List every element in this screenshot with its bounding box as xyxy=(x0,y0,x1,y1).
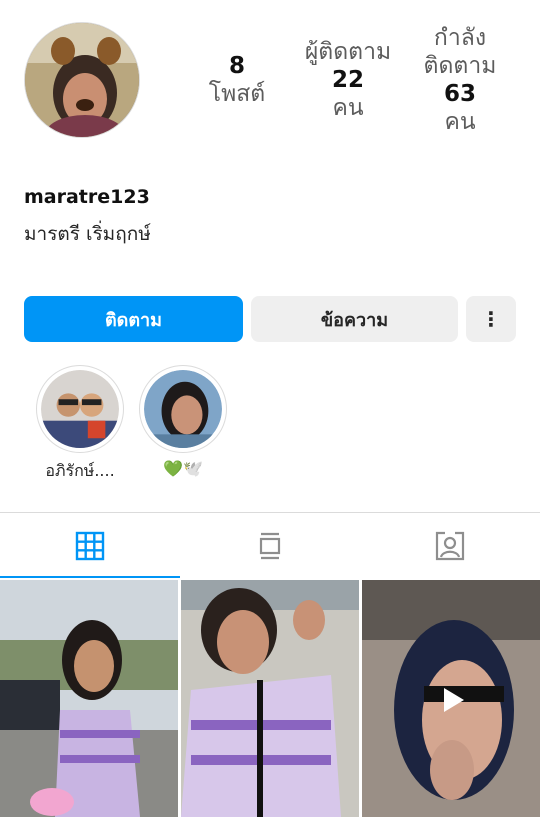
post-thumbnail[interactable] xyxy=(362,580,540,817)
followers-count: 22 xyxy=(331,67,364,93)
video-play-icon xyxy=(444,688,464,712)
post-image xyxy=(0,580,178,817)
post-image xyxy=(181,580,359,817)
following-stat[interactable]: กำลัง ติดตาม 63 คน xyxy=(414,24,506,136)
tagged-person-icon xyxy=(435,531,465,561)
grid-icon xyxy=(75,531,105,561)
highlight-item[interactable]: อภิรักษ์.... xyxy=(33,365,127,484)
followers-unit: คน xyxy=(332,95,364,121)
tab-grid[interactable] xyxy=(0,514,180,578)
highlight-ring xyxy=(36,365,124,453)
username: maratre123 xyxy=(24,186,150,208)
highlight-cover xyxy=(41,370,119,448)
follow-button[interactable]: ติดตาม xyxy=(24,296,243,342)
highlight-cover xyxy=(144,370,222,448)
highlight-item[interactable]: 💚🕊️ xyxy=(136,365,230,478)
followers-label: ผู้ติดตาม xyxy=(304,39,392,65)
tab-feed[interactable] xyxy=(180,514,360,578)
tab-tagged[interactable] xyxy=(360,514,540,578)
posts-count: 8 xyxy=(228,53,245,79)
following-unit: คน xyxy=(444,109,476,135)
followers-stat[interactable]: ผู้ติดตาม 22 คน xyxy=(296,38,400,122)
tabs-divider xyxy=(0,512,540,513)
following-label-line2: ติดตาม xyxy=(423,53,497,79)
avatar-photo xyxy=(25,23,139,137)
post-thumbnail[interactable] xyxy=(181,580,359,817)
more-options-button[interactable]: ⋮ xyxy=(466,296,516,342)
highlight-caption: อภิรักษ์.... xyxy=(45,461,115,480)
posts-stat[interactable]: 8 โพสต์ xyxy=(200,52,274,108)
full-name: มารตรี เริ่มฤกษ์ xyxy=(24,223,151,245)
posts-label: โพสต์ xyxy=(208,81,266,107)
highlight-ring xyxy=(139,365,227,453)
more-vertical-icon: ⋮ xyxy=(481,307,501,331)
message-button[interactable]: ข้อความ xyxy=(251,296,458,342)
highlight-caption: 💚🕊️ xyxy=(163,459,203,478)
post-thumbnail[interactable] xyxy=(0,580,178,817)
feed-icon xyxy=(259,532,281,560)
active-tab-indicator xyxy=(0,576,180,578)
following-count: 63 xyxy=(443,81,476,107)
following-label-line1: กำลัง xyxy=(433,25,487,51)
profile-avatar[interactable] xyxy=(24,22,140,138)
